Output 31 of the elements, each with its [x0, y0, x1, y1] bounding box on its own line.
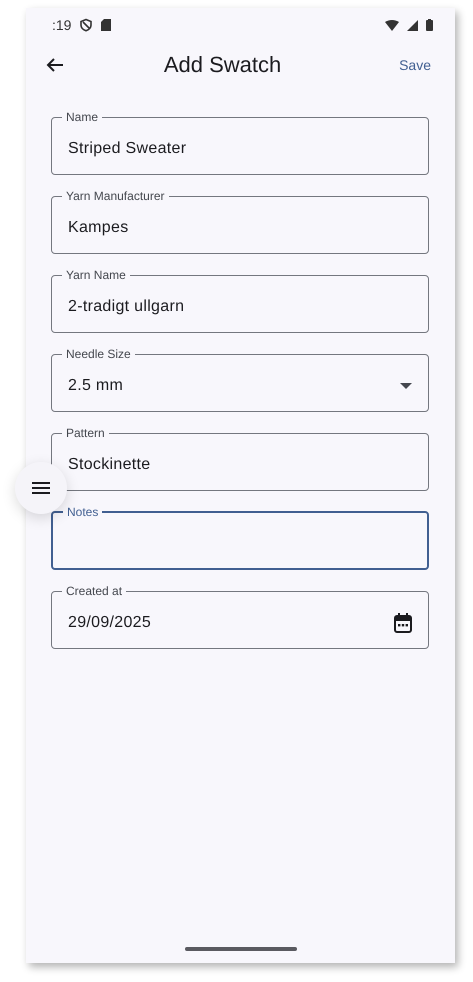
screen-title: Add Swatch	[162, 52, 282, 78]
field-label: Notes	[66, 505, 100, 519]
dropdown-field[interactable]: Needle Size 2.5 mm	[51, 347, 429, 412]
field-value: Stockinette	[68, 456, 152, 474]
field-value: Kampes	[68, 219, 130, 237]
status-time: :19	[52, 17, 72, 33]
field-value: Striped Sweater	[68, 140, 188, 158]
menu-icon	[32, 482, 50, 494]
sd-card-icon	[101, 19, 112, 31]
field-label: Yarn Manufacturer	[65, 189, 166, 203]
field-label: Yarn Name	[65, 268, 127, 282]
save-button[interactable]: Save	[395, 53, 435, 77]
date-field[interactable]: Created at 29/09/2025	[51, 584, 429, 649]
input-field[interactable]: Name Striped Sweater	[51, 110, 429, 175]
field-value: 29/09/2025	[68, 614, 152, 632]
calendar-icon	[394, 613, 412, 633]
field-label: Created at	[65, 584, 124, 598]
input-field[interactable]: Yarn Name 2-tradigt ullgarn	[51, 268, 429, 333]
input-field[interactable]: Yarn Manufacturer Kampes	[51, 189, 429, 254]
back-arrow-icon	[46, 57, 64, 73]
shield-icon	[79, 18, 94, 32]
field-label: Name	[65, 110, 100, 124]
battery-icon	[426, 19, 433, 31]
signal-icon	[407, 20, 418, 30]
field-value: 2-tradigt ullgarn	[68, 298, 186, 316]
dropdown-caret-icon	[400, 383, 412, 389]
field-value: 2.5 mm	[68, 377, 124, 395]
field-label: Needle Size	[65, 347, 132, 361]
input-field[interactable]: Notes	[51, 505, 429, 570]
field-label: Pattern	[65, 426, 106, 440]
wifi-icon	[385, 20, 399, 30]
